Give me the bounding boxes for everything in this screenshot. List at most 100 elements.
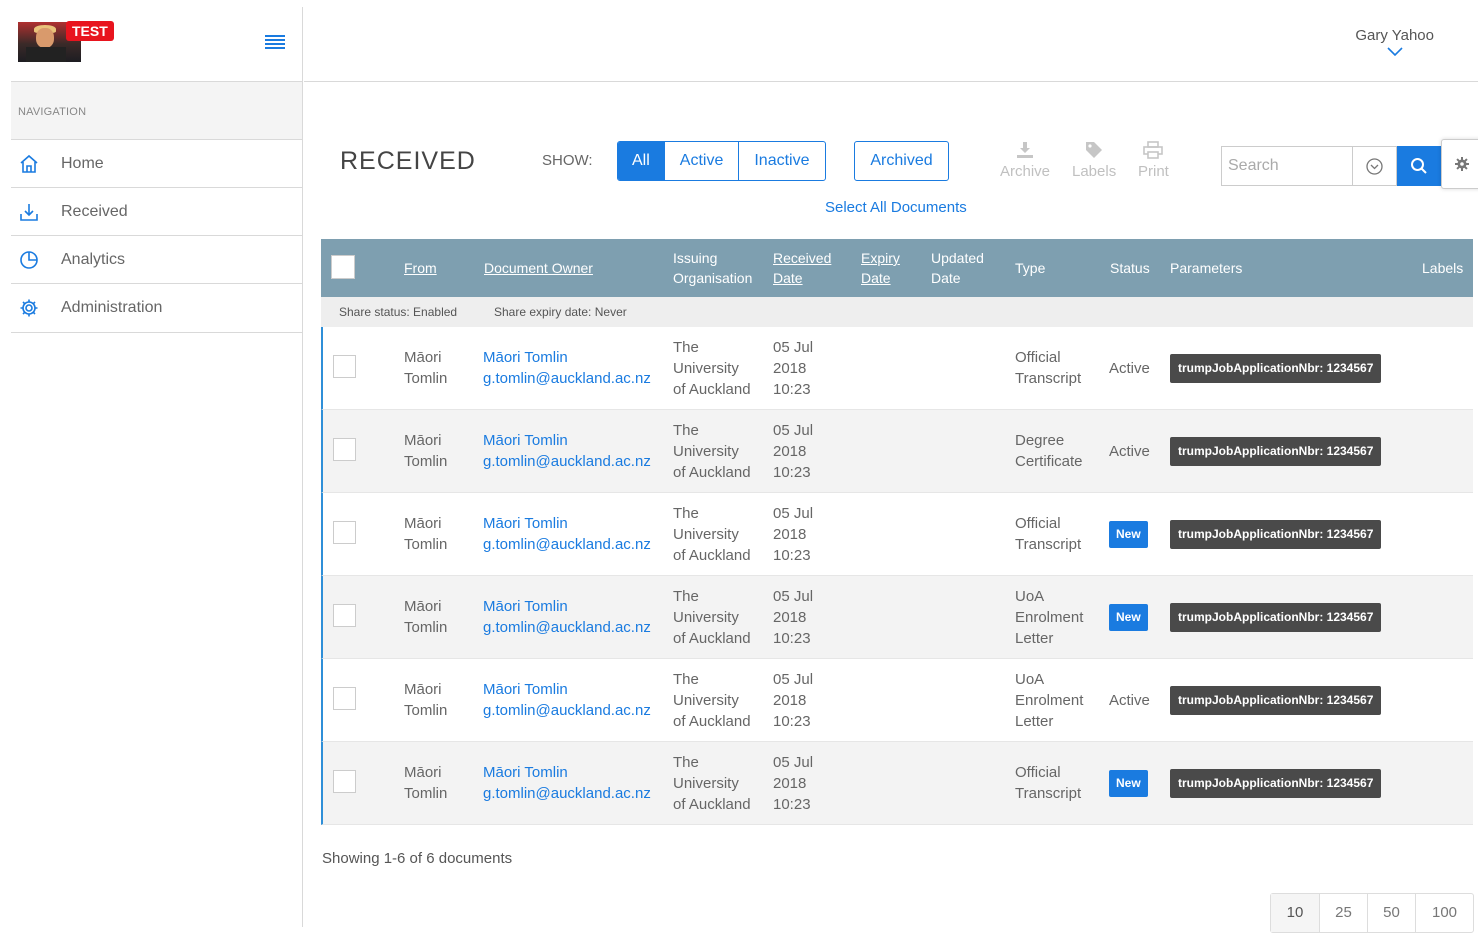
page-size-100[interactable]: 100 — [1415, 894, 1473, 932]
parameter-badge: trumpJobApplicationNbr: 1234567 — [1170, 768, 1382, 798]
nav-heading: NAVIGATION — [11, 82, 302, 140]
owner-email-link[interactable]: g.tomlin@auckland.ac.nz — [483, 700, 651, 721]
cell-document-owner: Māori Tomlin g.tomlin@auckland.ac.nz — [483, 410, 651, 492]
cell-from: Māori Tomlin — [404, 764, 448, 802]
cell-parameters: trumpJobApplicationNbr: 1234567 — [1170, 493, 1382, 575]
parameter-badge: trumpJobApplicationNbr: 1234567 — [1170, 436, 1382, 466]
labels-button[interactable]: Labels — [1072, 141, 1116, 180]
cell-received-date: 05 Jul 2018 10:23 — [773, 421, 814, 481]
sidebar-item-received[interactable]: Received — [11, 188, 302, 236]
select-all-checkbox[interactable] — [331, 255, 355, 279]
owner-email-link[interactable]: g.tomlin@auckland.ac.nz — [483, 783, 651, 804]
cell-received-date: 05 Jul 2018 10:23 — [773, 338, 814, 398]
cell-document-owner: Māori Tomlin g.tomlin@auckland.ac.nz — [483, 576, 651, 658]
owner-name-link[interactable]: Māori Tomlin — [483, 513, 651, 534]
table-body: Māori Tomlin Māori Tomlin g.tomlin@auckla… — [321, 327, 1473, 825]
parameter-badge: trumpJobApplicationNbr: 1234567 — [1170, 685, 1382, 715]
chevron-down-icon — [1387, 47, 1403, 56]
cell-issuing-organisation: The University of Auckland — [673, 670, 751, 730]
search-input[interactable] — [1222, 147, 1352, 185]
show-label: SHOW: — [542, 152, 593, 169]
select-all-link[interactable]: Select All Documents — [825, 199, 967, 216]
cell-type: Degree Certificate — [1015, 432, 1083, 470]
row-checkbox[interactable] — [333, 770, 356, 793]
cell-type: UoA Enrolment Letter — [1015, 587, 1084, 647]
table-row[interactable]: Māori Tomlin Māori Tomlin g.tomlin@auckla… — [321, 493, 1473, 576]
cell-received-date: 05 Jul 2018 10:23 — [773, 753, 814, 813]
documents-table: From Document Owner Issuing Organisation … — [321, 239, 1473, 825]
status-text: Active — [1109, 359, 1150, 377]
column-received-date[interactable]: Received Date — [773, 239, 831, 297]
gear-icon — [11, 298, 61, 318]
cell-status: Active — [1109, 659, 1150, 741]
row-checkbox[interactable] — [333, 604, 356, 627]
cell-status: New — [1109, 742, 1148, 824]
table-row[interactable]: Māori Tomlin Māori Tomlin g.tomlin@auckla… — [321, 327, 1473, 410]
column-from[interactable]: From — [404, 239, 437, 297]
status-badge: New — [1109, 769, 1148, 797]
sidebar-nav: NAVIGATION Home Received Analytics Admin… — [11, 82, 302, 333]
sidebar-item-home[interactable]: Home — [11, 140, 302, 188]
print-button[interactable]: Print — [1138, 141, 1169, 180]
cell-from: Māori Tomlin — [404, 432, 448, 470]
search-button[interactable] — [1397, 146, 1441, 186]
chevron-circle-down-icon — [1366, 157, 1383, 175]
sidebar-item-administration[interactable]: Administration — [11, 284, 302, 332]
table-row[interactable]: Māori Tomlin Māori Tomlin g.tomlin@auckla… — [321, 576, 1473, 659]
cell-parameters: trumpJobApplicationNbr: 1234567 — [1170, 576, 1382, 658]
cell-document-owner: Māori Tomlin g.tomlin@auckland.ac.nz — [483, 493, 651, 575]
parameter-badge: trumpJobApplicationNbr: 1234567 — [1170, 519, 1382, 549]
page-size-50[interactable]: 50 — [1367, 894, 1415, 932]
download-icon — [11, 202, 61, 222]
search-options-toggle[interactable] — [1352, 147, 1396, 185]
owner-name-link[interactable]: Māori Tomlin — [483, 762, 651, 783]
user-menu[interactable]: Gary Yahoo — [1355, 27, 1434, 56]
filter-active-button[interactable]: Active — [663, 142, 739, 180]
cell-from: Māori Tomlin — [404, 598, 448, 636]
table-row[interactable]: Māori Tomlin Māori Tomlin g.tomlin@auckla… — [321, 659, 1473, 742]
table-row[interactable]: Māori Tomlin Māori Tomlin g.tomlin@auckla… — [321, 742, 1473, 825]
cell-parameters: trumpJobApplicationNbr: 1234567 — [1170, 659, 1382, 741]
owner-email-link[interactable]: g.tomlin@auckland.ac.nz — [483, 534, 651, 555]
settings-button[interactable] — [1441, 139, 1478, 189]
owner-email-link[interactable]: g.tomlin@auckland.ac.nz — [483, 368, 651, 389]
page-size-10[interactable]: 10 — [1271, 894, 1319, 932]
page-title: RECEIVED — [340, 147, 476, 175]
filter-inactive-button[interactable]: Inactive — [738, 142, 824, 180]
sidebar-item-label: Analytics — [61, 250, 126, 268]
cell-type: Official Transcript — [1015, 515, 1082, 553]
sidebar-item-label: Administration — [61, 299, 163, 316]
owner-name-link[interactable]: Māori Tomlin — [483, 347, 651, 368]
archive-button[interactable]: Archive — [1000, 141, 1050, 180]
row-checkbox[interactable] — [333, 355, 356, 378]
owner-name-link[interactable]: Māori Tomlin — [483, 596, 651, 617]
column-labels: Labels — [1422, 260, 1464, 276]
filter-all-button[interactable]: All — [618, 142, 664, 180]
cell-type: Official Transcript — [1015, 764, 1082, 802]
showing-count: Showing 1-6 of 6 documents — [322, 850, 513, 867]
cell-issuing-organisation: The University of Auckland — [673, 338, 751, 398]
column-expiry-date[interactable]: Expiry Date — [861, 239, 900, 297]
owner-name-link[interactable]: Māori Tomlin — [483, 679, 651, 700]
parameter-badge: trumpJobApplicationNbr: 1234567 — [1170, 353, 1382, 383]
cell-parameters: trumpJobApplicationNbr: 1234567 — [1170, 742, 1382, 824]
archived-button[interactable]: Archived — [854, 141, 949, 181]
print-label: Print — [1138, 163, 1169, 180]
cell-document-owner: Māori Tomlin g.tomlin@auckland.ac.nz — [483, 659, 651, 741]
top-header: Gary Yahoo — [304, 7, 1478, 82]
page-size-selector: 10 25 50 100 — [1270, 893, 1474, 933]
sidebar-item-analytics[interactable]: Analytics — [11, 236, 302, 284]
row-checkbox[interactable] — [333, 687, 356, 710]
row-checkbox[interactable] — [333, 438, 356, 461]
cell-parameters: trumpJobApplicationNbr: 1234567 — [1170, 327, 1382, 409]
owner-email-link[interactable]: g.tomlin@auckland.ac.nz — [483, 451, 651, 472]
owner-name-link[interactable]: Māori Tomlin — [483, 430, 651, 451]
owner-email-link[interactable]: g.tomlin@auckland.ac.nz — [483, 617, 651, 638]
row-checkbox[interactable] — [333, 521, 356, 544]
menu-toggle-icon[interactable] — [265, 35, 285, 49]
cell-status: New — [1109, 576, 1148, 658]
column-document-owner[interactable]: Document Owner — [484, 239, 593, 297]
table-row[interactable]: Māori Tomlin Māori Tomlin g.tomlin@auckla… — [321, 410, 1473, 493]
status-text: Active — [1109, 691, 1150, 709]
page-size-25[interactable]: 25 — [1319, 894, 1367, 932]
